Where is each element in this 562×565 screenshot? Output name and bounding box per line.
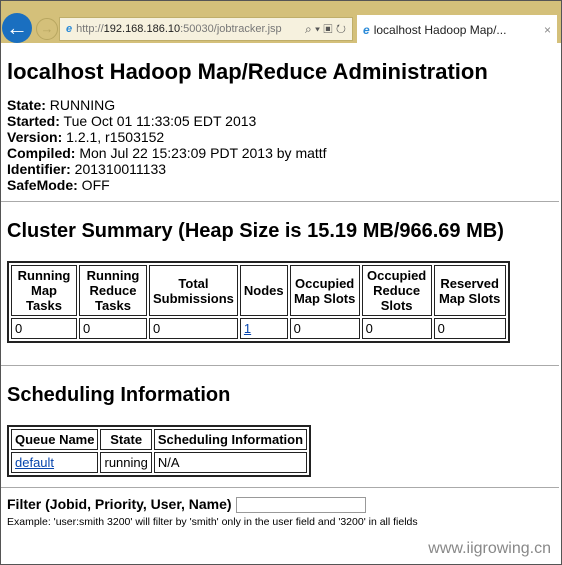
filter-example: Example: 'user:smith 3200' will filter b… bbox=[7, 516, 418, 529]
nodes-link[interactable]: 1 bbox=[244, 321, 251, 336]
cluster-summary-table: Running Map Tasks Running Reduce Tasks T… bbox=[7, 261, 510, 343]
filter-input[interactable] bbox=[235, 497, 366, 514]
watermark: www.iigrowing.cn bbox=[428, 540, 551, 557]
cluster-summary-heading: Cluster Summary (Heap Size is 15.19 MB/9… bbox=[7, 220, 504, 242]
status-info: State: RUNNING Started: Tue Oct 01 11:33… bbox=[7, 97, 327, 193]
scheduling-table: Queue Name State Scheduling Information de… bbox=[7, 425, 312, 477]
page-title: localhost Hadoop Map/Reduce Administrati… bbox=[7, 59, 488, 84]
divider bbox=[1, 201, 559, 202]
queue-default-link[interactable]: default bbox=[15, 455, 54, 470]
divider bbox=[1, 487, 559, 488]
filter-label: Filter (Jobid, Priority, User, Name) bbox=[7, 496, 232, 512]
divider bbox=[1, 365, 559, 366]
scheduling-heading: Scheduling Information bbox=[7, 384, 231, 406]
